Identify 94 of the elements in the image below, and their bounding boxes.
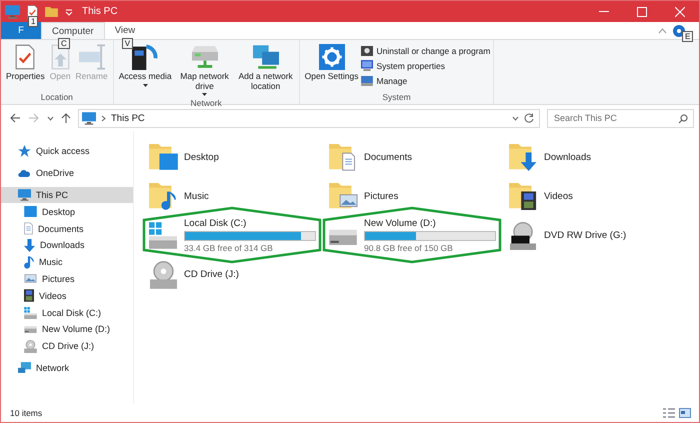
ribbon-button[interactable]: Uninstall or change a program — [361, 44, 490, 57]
item-name[interactable]: CD Drive (J:) — [184, 269, 239, 280]
breadcrumb[interactable]: This PC — [111, 112, 145, 124]
drive-icon — [149, 222, 177, 249]
dvd-drive-icon — [510, 222, 536, 250]
item-name[interactable]: New Volume (D:) — [364, 218, 496, 229]
film-icon — [24, 289, 34, 302]
nav-item[interactable]: Pictures — [1, 270, 133, 288]
item-name[interactable]: Videos — [544, 191, 573, 202]
cd-drive-icon — [24, 340, 37, 353]
drive-icon — [24, 306, 37, 319]
caret-icon — [142, 84, 148, 86]
nav-item[interactable]: Desktop — [1, 203, 133, 220]
minimize-icon — [599, 11, 609, 12]
media-server-icon — [132, 44, 158, 70]
item-name[interactable]: Downloads — [544, 152, 591, 163]
ribbon-button[interactable]: System properties — [361, 59, 490, 72]
drive-icon — [24, 325, 37, 334]
keytip: E — [682, 30, 694, 42]
nav-item[interactable]: Network — [1, 360, 133, 376]
up-arrow-icon[interactable] — [61, 112, 71, 124]
ribbon-button[interactable]: Properties — [4, 42, 47, 84]
group-label: System — [381, 92, 412, 104]
folder-icon — [148, 183, 178, 210]
nav-item[interactable]: Videos — [1, 287, 133, 304]
ribbon-button[interactable]: Map network drive — [174, 42, 235, 98]
nav-item[interactable]: Local Disk (C:) — [1, 304, 133, 321]
search-icon — [678, 114, 688, 124]
keytip: C — [58, 38, 70, 49]
nav-item[interactable]: Downloads — [1, 236, 133, 254]
gear-icon — [318, 44, 345, 70]
free-space-text: 33.4 GB free of 314 GB — [184, 243, 274, 253]
keytip: V — [122, 38, 134, 49]
nav-item[interactable]: CD Drive (J:) — [1, 338, 133, 355]
item-name[interactable]: Documents — [364, 152, 412, 163]
refresh-icon[interactable] — [524, 113, 534, 123]
nav-item[interactable]: This PC — [1, 186, 133, 204]
item-count: 10 items — [10, 408, 42, 418]
keytip: 1 — [28, 16, 38, 26]
folder-icon — [328, 183, 358, 210]
dropdown-icon[interactable] — [512, 116, 519, 120]
ribbon-tab[interactable]: Computer — [41, 22, 105, 39]
rename-icon — [78, 44, 105, 70]
recent-dropdown-icon[interactable] — [47, 116, 54, 120]
close-icon — [675, 6, 685, 16]
box-icon — [361, 46, 374, 56]
ribbon-button[interactable]: Open Settings — [302, 42, 360, 84]
window-title: This PC — [82, 6, 118, 17]
item-name[interactable]: Local Disk (C:) — [184, 218, 316, 229]
folder-icon — [328, 144, 358, 171]
collapse-ribbon-icon[interactable] — [658, 28, 667, 34]
nav-item[interactable]: New Volume (D:) — [1, 320, 133, 338]
document-icon — [24, 222, 33, 236]
group-label: Network — [190, 98, 223, 110]
group-label: Location — [40, 92, 74, 104]
free-space-text: 90.8 GB free of 150 GB — [364, 243, 454, 253]
item-name[interactable]: Pictures — [364, 191, 398, 202]
caret-icon — [202, 93, 208, 96]
customize-dropdown-icon[interactable] — [65, 8, 73, 16]
nav-item[interactable]: Quick access — [1, 143, 133, 160]
network-monitors-icon — [252, 44, 279, 70]
nav-item[interactable]: Music — [1, 254, 133, 271]
ribbon-button[interactable]: Manage — [361, 74, 490, 87]
music-note-icon — [24, 256, 34, 269]
folder-icon — [148, 144, 178, 171]
star-icon — [18, 145, 31, 158]
address-bar[interactable]: This PC — [78, 108, 540, 128]
checklist-icon — [15, 44, 36, 70]
network-icon — [18, 362, 31, 374]
down-arrow-icon — [24, 238, 35, 252]
picture-icon — [24, 274, 37, 284]
item-name[interactable]: Music — [184, 191, 209, 202]
folder-icon — [508, 183, 538, 210]
network-drive-icon — [192, 44, 218, 70]
folder-icon — [45, 6, 58, 16]
item-name[interactable]: DVD RW Drive (G:) — [544, 230, 626, 241]
monitor-icon — [18, 188, 31, 201]
ribbon-button[interactable]: Add a network location — [236, 42, 296, 93]
cloud-icon — [18, 170, 31, 177]
nav-item[interactable]: Documents — [1, 220, 133, 237]
monitor-icon — [361, 60, 374, 71]
monitor-icon — [82, 112, 96, 124]
cd-drive-icon — [150, 260, 176, 288]
monitor-icon — [5, 4, 20, 18]
item-name[interactable]: Desktop — [184, 152, 219, 163]
ribbon-tab[interactable]: View — [104, 22, 146, 39]
maximize-icon — [637, 6, 647, 16]
nav-item[interactable]: OneDrive — [1, 164, 133, 182]
details-view-icon[interactable] — [663, 408, 675, 418]
search-field[interactable]: Search This PC — [547, 108, 694, 128]
folder-icon — [508, 144, 538, 171]
back-arrow-icon[interactable] — [9, 113, 21, 123]
large-icons-view-icon[interactable] — [679, 408, 691, 418]
chevron-icon — [101, 114, 106, 122]
